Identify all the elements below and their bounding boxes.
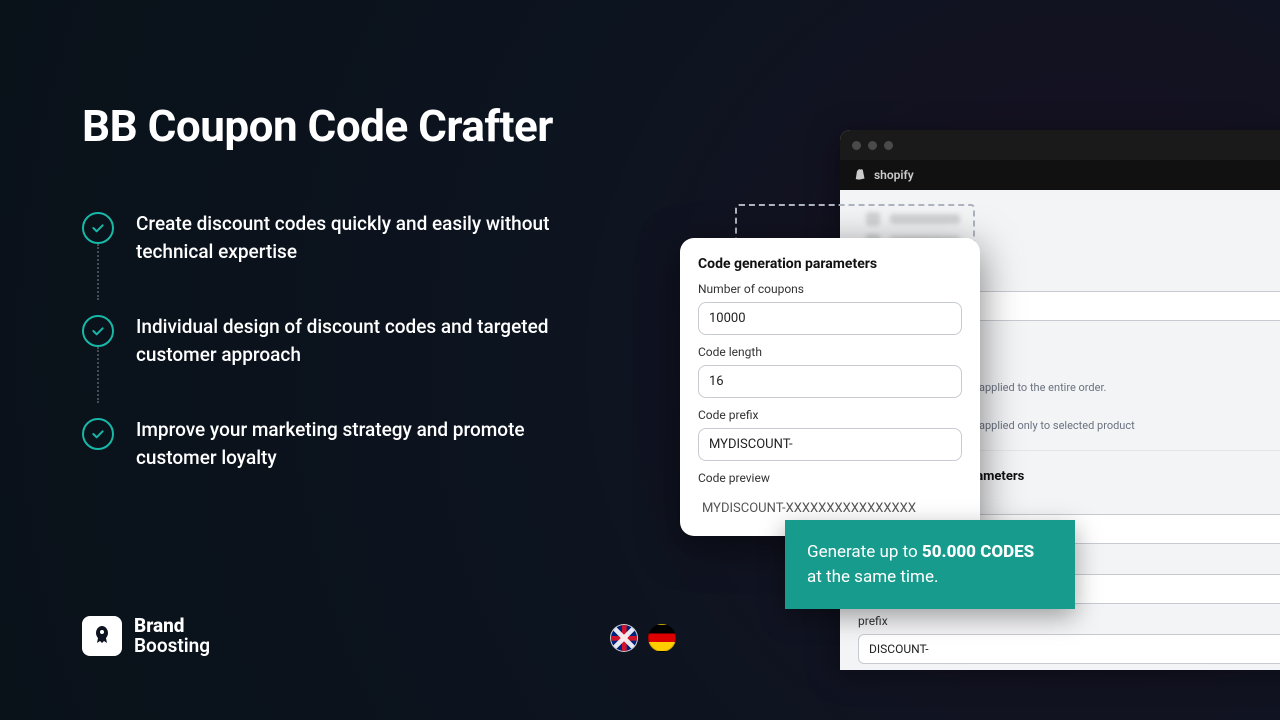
- brand-logo: Brand Boosting: [82, 616, 210, 656]
- window-dot-icon: [852, 141, 861, 150]
- preview-label: Code preview: [698, 471, 962, 485]
- connector-line: [97, 244, 99, 300]
- brand-line1: Brand: [134, 616, 210, 636]
- code-length-input[interactable]: 16: [698, 365, 962, 398]
- number-of-coupons-input[interactable]: 10000: [698, 302, 962, 335]
- feature-text: Create discount codes quickly and easily…: [136, 210, 556, 265]
- brand-name: Brand Boosting: [134, 616, 210, 656]
- shopify-header: shopify: [840, 160, 1280, 190]
- check-icon: [82, 418, 114, 450]
- callout-pre: Generate up to: [807, 542, 922, 562]
- mockup-stage: shopify Discount name Example Discount D…: [640, 120, 1280, 680]
- window-dot-icon: [884, 141, 893, 150]
- card-title: Code generation parameters: [698, 256, 962, 272]
- window-controls: [840, 130, 1280, 160]
- check-icon: [82, 315, 114, 347]
- feature-item: Create discount codes quickly and easily…: [82, 210, 602, 265]
- check-icon: [82, 212, 114, 244]
- code-prefix-input[interactable]: MYDISCOUNT-: [698, 428, 962, 461]
- callout-post: at the same time.: [807, 567, 938, 587]
- len-label: Code length: [698, 345, 962, 359]
- callout-bold: 50.000 CODES: [922, 542, 1034, 562]
- connector-line: [97, 347, 99, 403]
- flag-uk-icon[interactable]: [610, 624, 638, 652]
- page-title: BB Coupon Code Crafter: [82, 100, 553, 152]
- feature-text: Individual design of discount codes and …: [136, 313, 556, 368]
- prefix-input[interactable]: DISCOUNT-: [858, 634, 1280, 664]
- rocket-icon: [82, 616, 122, 656]
- num-label: Number of coupons: [698, 282, 962, 296]
- code-preview: MYDISCOUNT-XXXXXXXXXXXXXXXX: [698, 491, 962, 516]
- shopify-label: shopify: [874, 168, 914, 182]
- prefix-label: Code prefix: [698, 408, 962, 422]
- shopify-icon: [854, 168, 868, 182]
- feature-item: Individual design of discount codes and …: [82, 313, 602, 368]
- callout-banner: Generate up to 50.000 CODES at the same …: [785, 520, 1075, 609]
- feature-list: Create discount codes quickly and easily…: [82, 210, 602, 519]
- brand-line2: Boosting: [134, 636, 210, 656]
- feature-item: Improve your marketing strategy and prom…: [82, 416, 602, 471]
- window-dot-icon: [868, 141, 877, 150]
- prefix-label: prefix: [858, 614, 1280, 628]
- params-card: Code generation parameters Number of cou…: [680, 238, 980, 536]
- feature-text: Improve your marketing strategy and prom…: [136, 416, 556, 471]
